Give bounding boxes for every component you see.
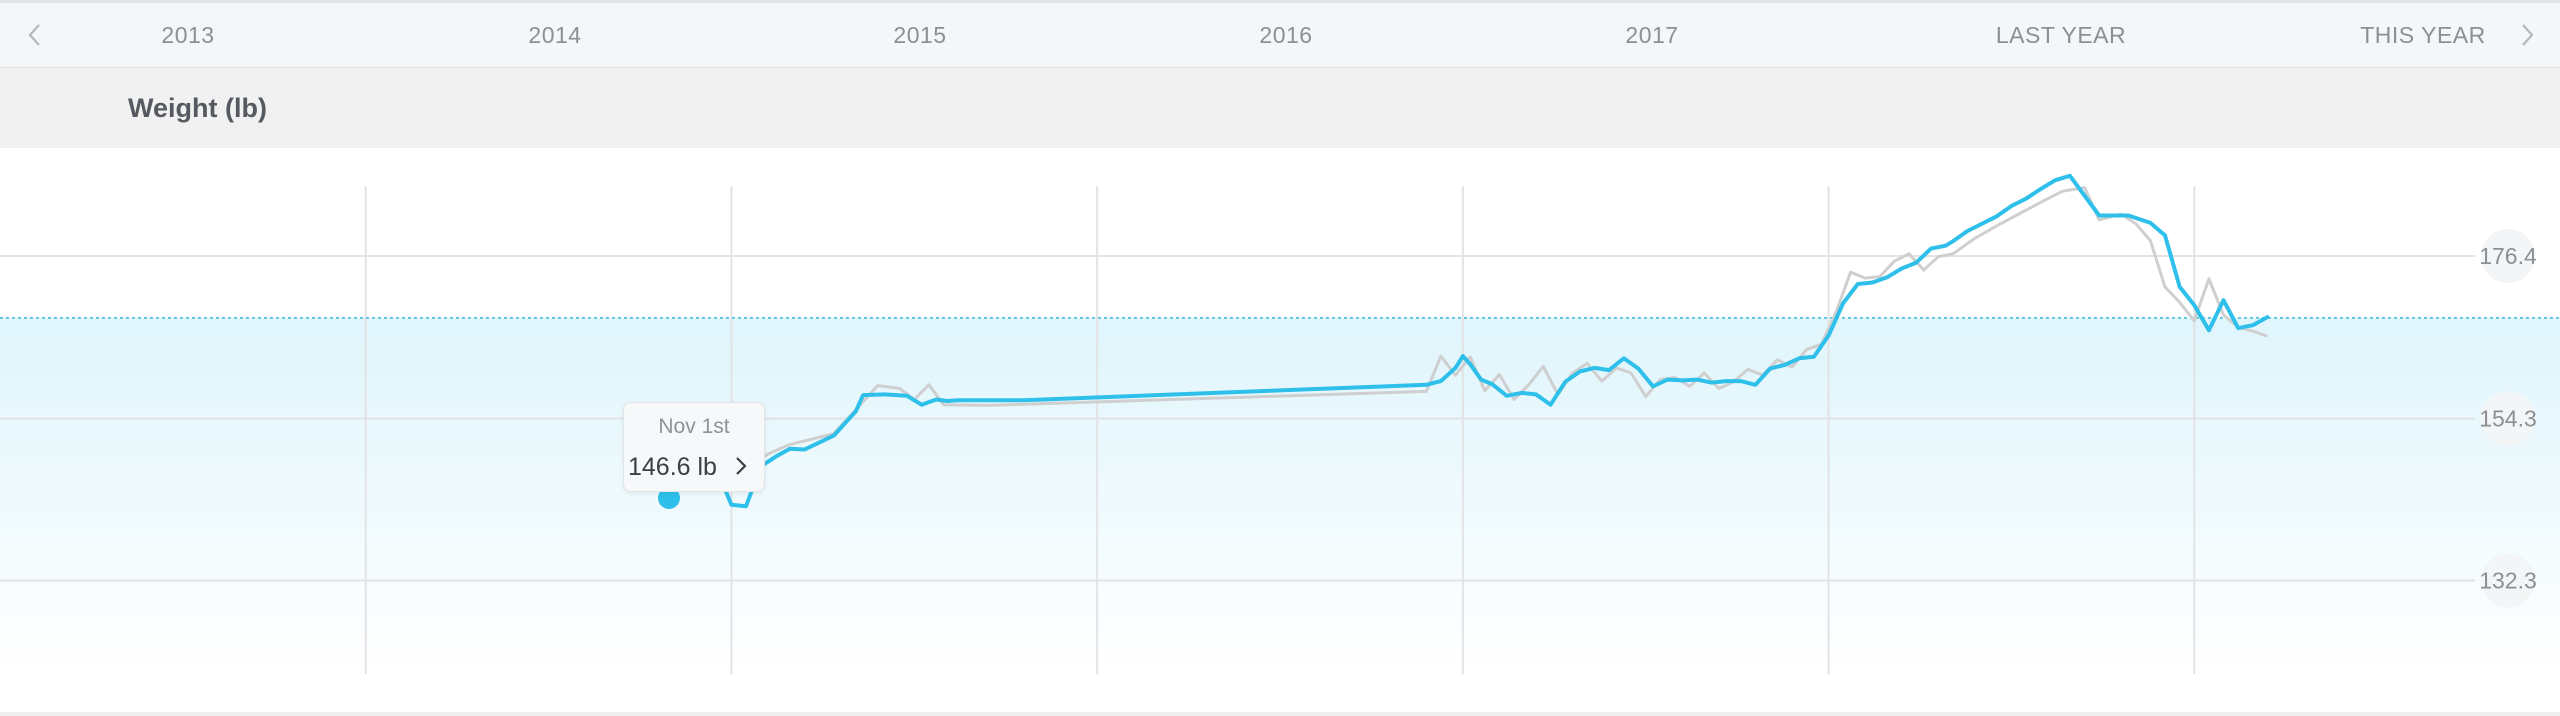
- tab-2015[interactable]: 2015: [893, 3, 946, 68]
- chevron-right-icon[interactable]: [2512, 19, 2542, 51]
- tab-2017[interactable]: 2017: [1625, 3, 1678, 68]
- section-title: Weight (lb): [128, 93, 267, 123]
- tooltip-date: Nov 1st: [658, 415, 730, 438]
- tab-2016[interactable]: 2016: [1259, 3, 1312, 68]
- tab-2014[interactable]: 2014: [528, 3, 581, 68]
- chevron-right-icon[interactable]: [734, 455, 748, 477]
- weight-chart[interactable]: 176.4 154.3 132.3: [0, 148, 2560, 716]
- tooltip-value: 146.6 lb: [628, 453, 717, 481]
- y-tick-label: 132.3: [2479, 568, 2537, 594]
- bottom-divider: [0, 712, 2560, 716]
- tab-last-year[interactable]: LAST YEAR: [1996, 3, 2126, 68]
- y-tick-label: 154.3: [2479, 406, 2537, 432]
- data-point-tooltip[interactable]: Nov 1st 146.6 lb: [623, 402, 765, 492]
- year-navigation: 2013 2014 2015 2016 2017 LAST YEAR THIS …: [0, 0, 2560, 68]
- weight-chart-svg: 176.4 154.3 132.3: [0, 173, 2560, 674]
- section-header: Weight (lb): [0, 68, 2560, 148]
- tab-this-year[interactable]: THIS YEAR: [2360, 3, 2486, 68]
- y-tick-label: 176.4: [2479, 243, 2537, 269]
- tab-2013[interactable]: 2013: [161, 3, 214, 68]
- range-band: [0, 317, 2560, 674]
- chevron-left-icon[interactable]: [20, 19, 50, 51]
